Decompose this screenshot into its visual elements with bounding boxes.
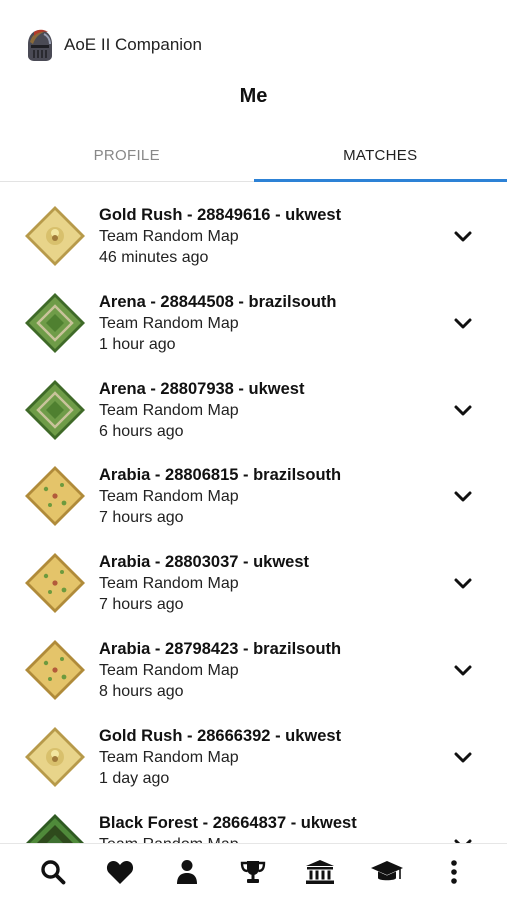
match-row[interactable]: Arabia - 28806815 - brazilsouth Team Rand… [0, 455, 507, 542]
chevron-down-icon [454, 839, 472, 843]
match-mode: Team Random Map [99, 748, 239, 766]
chevron-down-icon [454, 752, 472, 763]
match-text: Gold Rush - 28849616 - ukwest Team Random… [99, 205, 449, 268]
expand-button[interactable] [452, 486, 474, 508]
chevron-down-icon [454, 231, 472, 242]
black-forest-map-icon [25, 813, 85, 843]
match-text: Arabia - 28803037 - ukwest Team Random Ma… [99, 552, 449, 615]
match-title: Arena - 28844508 - brazilsouth [99, 292, 337, 311]
match-text: Black Forest - 28664837 - ukwest Team Ran… [99, 813, 449, 843]
match-time: 6 hours ago [99, 422, 184, 440]
match-title: Arabia - 28798423 - brazilsouth [99, 639, 342, 658]
expand-button[interactable] [452, 747, 474, 769]
match-mode: Team Random Map [99, 401, 239, 419]
match-row[interactable]: Gold Rush - 28849616 - ukwest Team Random… [0, 195, 507, 282]
arabia-map-icon [25, 639, 85, 700]
match-time: 7 hours ago [99, 509, 184, 527]
app-header: AoE II Companion [0, 0, 507, 80]
expand-button[interactable] [452, 660, 474, 682]
match-row[interactable]: Arabia - 28803037 - ukwest Team Random Ma… [0, 542, 507, 629]
match-title: Arena - 28807938 - ukwest [99, 379, 305, 398]
tab-profile[interactable]: PROFILE [0, 130, 254, 181]
match-title: Black Forest - 28664837 - ukwest [99, 813, 357, 832]
trophy-icon [241, 861, 266, 883]
match-row[interactable]: Gold Rush - 28666392 - ukwest Team Random… [0, 716, 507, 803]
page-title: Me [239, 85, 268, 107]
expand-button[interactable] [452, 834, 474, 843]
match-title: Gold Rush - 28666392 - ukwest [99, 726, 342, 745]
tab-matches[interactable]: MATCHES [253, 130, 507, 182]
match-row[interactable]: Arena - 28844508 - brazilsouth Team Rando… [0, 282, 507, 369]
match-mode: Team Random Map [99, 314, 239, 332]
match-row[interactable]: Arena - 28807938 - ukwest Team Random Map… [0, 369, 507, 456]
chevron-down-icon [454, 491, 472, 502]
match-mode: Team Random Map [99, 575, 239, 593]
search-icon [41, 860, 66, 885]
match-time: 8 hours ago [99, 682, 184, 700]
match-text: Arabia - 28798423 - brazilsouth Team Rand… [99, 639, 449, 702]
expand-button[interactable] [452, 226, 474, 248]
knight-helmet-logo [28, 29, 52, 61]
match-row[interactable]: Arabia - 28798423 - brazilsouth Team Rand… [0, 629, 507, 716]
match-row[interactable]: Black Forest - 28664837 - ukwest Team Ran… [0, 803, 507, 843]
bottom-navigation [0, 843, 507, 900]
match-mode: Team Random Map [99, 488, 239, 506]
match-title: Arabia - 28803037 - ukwest [99, 553, 310, 572]
bank-icon [306, 860, 335, 884]
search-button[interactable] [36, 855, 70, 889]
match-title: Gold Rush - 28849616 - ukwest [99, 206, 342, 224]
match-text: Arena - 28807938 - ukwest Team Random Map… [99, 379, 449, 442]
arena-map-icon [25, 292, 85, 353]
chevron-down-icon [454, 665, 472, 676]
match-title: Arabia - 28806815 - brazilsouth [99, 466, 342, 485]
gold-rush-map-icon [25, 206, 85, 266]
more-vertical-icon [450, 860, 457, 884]
leaderboard-button[interactable] [236, 855, 270, 889]
civilizations-button[interactable] [303, 855, 337, 889]
more-button[interactable] [437, 855, 471, 889]
expand-button[interactable] [452, 400, 474, 422]
chevron-down-icon [454, 318, 472, 329]
profile-button[interactable] [170, 855, 204, 889]
tab-bar: PROFILE MATCHES [0, 130, 507, 182]
arabia-map-icon [25, 553, 85, 614]
match-mode: Team Random Map [99, 661, 239, 679]
person-icon [176, 860, 197, 884]
match-text: Arabia - 28806815 - brazilsouth Team Rand… [99, 465, 449, 528]
gold-rush-map-icon [25, 726, 85, 787]
match-mode: Team Random Map [99, 228, 239, 245]
chevron-down-icon [454, 578, 472, 589]
guides-button[interactable] [370, 855, 404, 889]
match-mode: Team Random Map [99, 834, 449, 843]
expand-button[interactable] [452, 313, 474, 335]
match-time: 1 hour ago [99, 335, 176, 353]
arabia-map-icon [25, 466, 85, 527]
arena-map-icon [25, 379, 85, 440]
match-text: Gold Rush - 28666392 - ukwest Team Random… [99, 726, 449, 789]
match-text: Arena - 28844508 - brazilsouth Team Rando… [99, 292, 449, 355]
match-time: 7 hours ago [99, 596, 184, 614]
chevron-down-icon [454, 405, 472, 416]
graduation-cap-icon [370, 861, 403, 881]
heart-icon [106, 861, 134, 884]
expand-button[interactable] [452, 573, 474, 595]
app-title: AoE II Companion [64, 35, 202, 54]
match-list: Gold Rush - 28849616 - ukwest Team Random… [0, 195, 507, 843]
match-time: 1 day ago [99, 769, 170, 787]
match-time: 46 minutes ago [99, 249, 209, 266]
favorites-button[interactable] [103, 855, 137, 889]
